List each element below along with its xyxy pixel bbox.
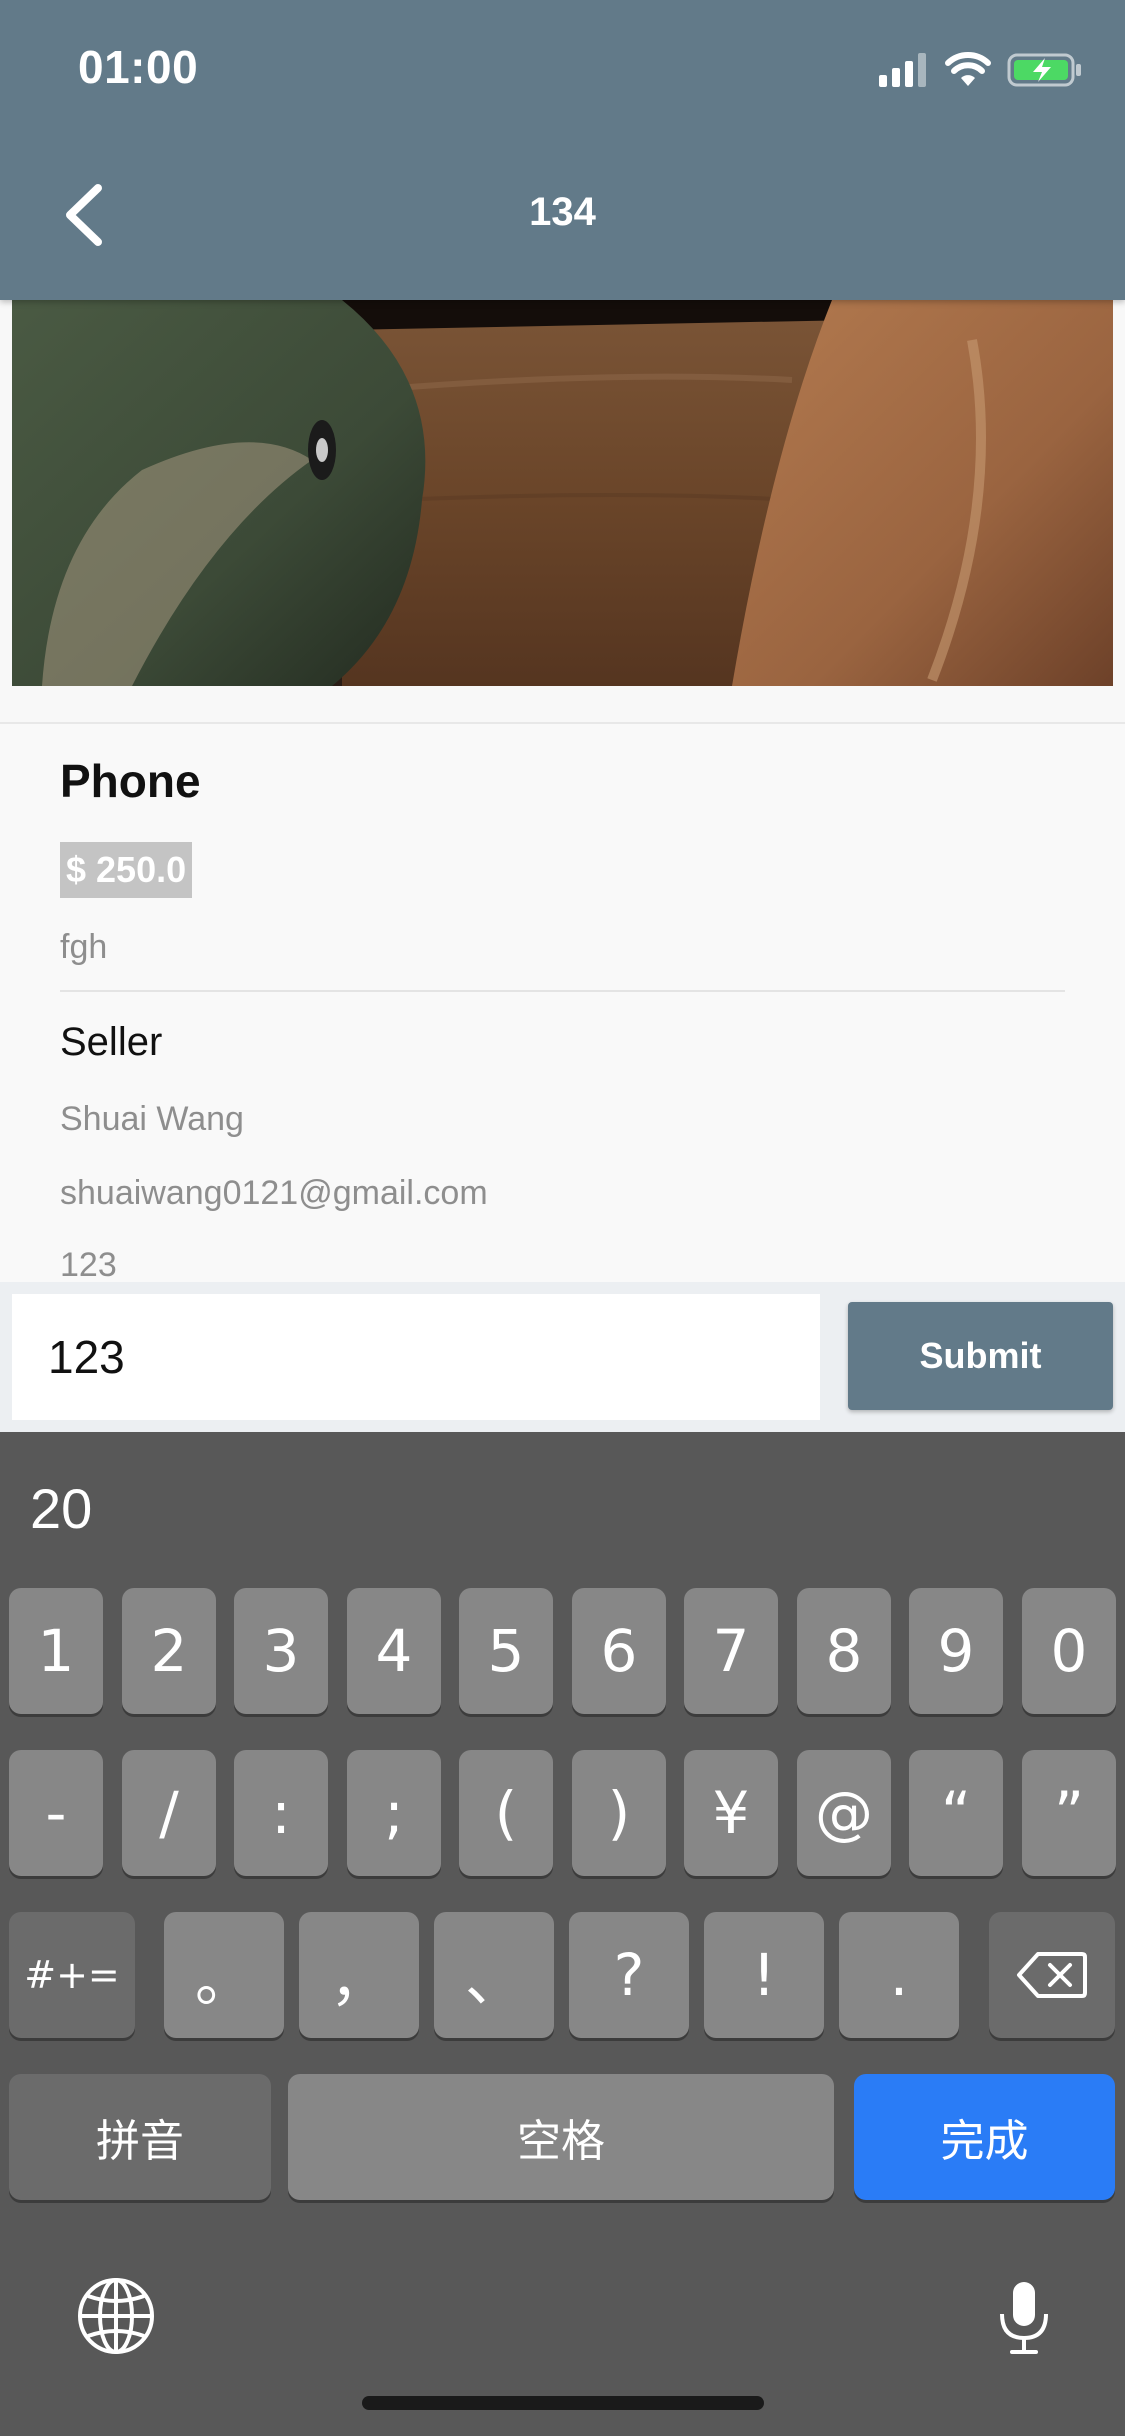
seller-heading: Seller <box>60 1020 163 1064</box>
key-0[interactable]: 0 <box>1022 1588 1116 1714</box>
key-period[interactable]: . <box>839 1912 959 2038</box>
key-question[interactable]: ? <box>569 1912 689 2038</box>
key-exclamation[interactable]: ! <box>704 1912 824 2038</box>
seller-name: Shuai Wang <box>60 1100 244 1138</box>
key-hyphen[interactable]: - <box>9 1750 103 1876</box>
comment-input[interactable] <box>12 1294 820 1420</box>
key-4[interactable]: 4 <box>347 1588 441 1714</box>
key-comma[interactable]: ， <box>299 1912 419 2038</box>
submit-button[interactable]: Submit <box>848 1302 1113 1410</box>
microphone-icon <box>1000 2282 1048 2354</box>
backspace-icon <box>1017 1952 1087 1998</box>
key-open-paren[interactable]: ( <box>459 1750 553 1876</box>
wifi-icon <box>945 52 991 86</box>
key-open-quote[interactable]: “ <box>909 1750 1003 1876</box>
keyboard: 20 1 2 3 4 5 6 7 8 9 0 - / : ; ( ) ¥ @ “… <box>0 1432 1125 2436</box>
key-2[interactable]: 2 <box>122 1588 216 1714</box>
key-6[interactable]: 6 <box>572 1588 666 1714</box>
cellular-signal-icon <box>879 53 926 87</box>
key-9[interactable]: 9 <box>909 1588 1003 1714</box>
product-photo-image <box>12 300 1113 686</box>
key-8[interactable]: 8 <box>797 1588 891 1714</box>
product-photo <box>12 300 1113 686</box>
key-symbols-toggle[interactable]: #+= <box>9 1912 135 2038</box>
page-title: 134 <box>529 190 596 234</box>
key-enum-comma[interactable]: 、 <box>434 1912 554 2038</box>
product-info: Phone $ 250.0 fgh Seller Shuai Wang shua… <box>0 722 1125 1284</box>
app-screen: 01:00 134 Phone $ 250.0 fgh Seller Shuai… <box>0 0 1125 2436</box>
product-price: $ 250.0 <box>60 842 193 898</box>
key-3[interactable]: 3 <box>234 1588 328 1714</box>
status-time: 01:00 <box>78 41 199 93</box>
seller-email: shuaiwang0121@gmail.com <box>60 1174 488 1212</box>
home-indicator[interactable] <box>362 2396 764 2410</box>
product-description: fgh <box>60 928 108 966</box>
done-key[interactable]: 完成 <box>854 2074 1115 2200</box>
key-7[interactable]: 7 <box>684 1588 778 1714</box>
divider <box>60 990 1065 992</box>
key-close-quote[interactable]: ” <box>1022 1750 1116 1876</box>
key-semicolon[interactable]: ; <box>347 1750 441 1876</box>
globe-icon <box>78 2278 154 2354</box>
key-yen[interactable]: ¥ <box>684 1750 778 1876</box>
status-icons <box>879 50 1083 90</box>
pinyin-key[interactable]: 拼音 <box>9 2074 271 2200</box>
comment-bar: Submit <box>0 1282 1125 1432</box>
product-name: Phone <box>60 755 201 807</box>
backspace-key[interactable] <box>989 1912 1115 2038</box>
key-close-paren[interactable]: ) <box>572 1750 666 1876</box>
dictation-button[interactable] <box>996 2278 1052 2363</box>
key-colon[interactable]: : <box>234 1750 328 1876</box>
key-5[interactable]: 5 <box>459 1588 553 1714</box>
key-at[interactable]: @ <box>797 1750 891 1876</box>
battery-charging-icon <box>1007 53 1081 87</box>
key-full-stop[interactable]: 。 <box>164 1912 284 2038</box>
seller-phone: 123 <box>60 1246 117 1284</box>
key-1[interactable]: 1 <box>9 1588 103 1714</box>
keyboard-suggestion[interactable]: 20 <box>30 1476 92 1541</box>
top-bar: 01:00 134 <box>0 0 1125 300</box>
key-slash[interactable]: / <box>122 1750 216 1876</box>
space-key[interactable]: 空格 <box>288 2074 834 2200</box>
globe-button[interactable] <box>76 2276 156 2361</box>
